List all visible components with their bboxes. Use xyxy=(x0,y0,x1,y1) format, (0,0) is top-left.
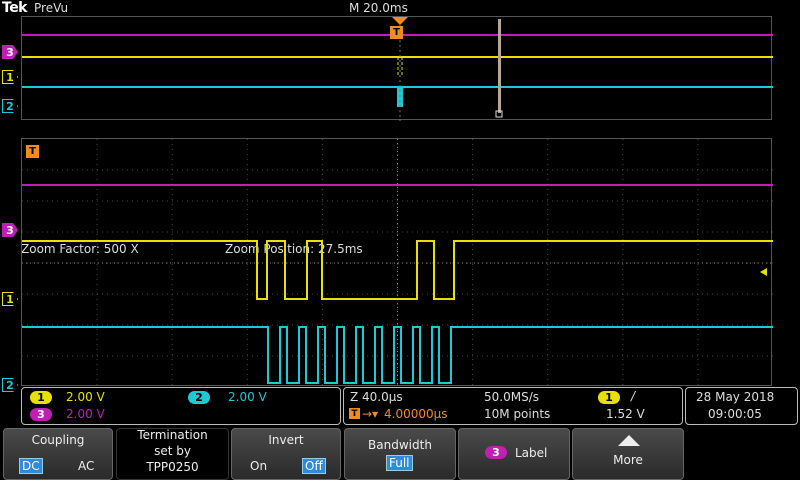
more-softkey[interactable]: More xyxy=(572,428,684,480)
termination-softkey: Termination set by TPP0250 xyxy=(116,428,229,480)
acquisition-mode: PreVu xyxy=(34,1,69,15)
zoom-info-bar: Zoom Factor: 500 X Zoom Position: 27.5ms xyxy=(0,120,800,256)
ch1-scale: 2.00 V xyxy=(66,390,105,404)
coupling-softkey[interactable]: Coupling DC AC xyxy=(3,428,113,480)
zoom-position-marker xyxy=(498,19,501,113)
date: 28 May 2018 xyxy=(696,390,775,404)
overview-ch3-marker[interactable]: 3 xyxy=(2,45,18,59)
more-title: More xyxy=(613,453,643,467)
zoom-ch1-marker[interactable]: 1 xyxy=(2,292,18,306)
zoom-trigger-icon: T xyxy=(26,145,39,158)
status-bar: Tek PreVu M 20.0ms xyxy=(0,0,800,16)
trigger-slope-icon: / xyxy=(631,389,636,403)
trigger-level-arrow-icon[interactable] xyxy=(760,268,767,276)
label-ch3-badge: 3 xyxy=(485,446,507,459)
trigger-source-badge: 1 xyxy=(598,391,620,404)
bandwidth-value: Full xyxy=(386,455,413,471)
termination-line1: Termination xyxy=(137,428,208,442)
zoom-waveform-window[interactable]: T xyxy=(21,138,773,387)
trigger-level: 1.52 V xyxy=(606,407,645,421)
horizontal-trigger-panel[interactable]: Z 40.0µs T →▾ 4.00000µs 50.0MS/s 10M poi… xyxy=(343,387,683,425)
label-softkey[interactable]: 3 Label xyxy=(458,428,570,480)
time: 09:00:05 xyxy=(708,407,762,421)
coupling-ac-option[interactable]: AC xyxy=(78,459,94,473)
invert-on-option[interactable]: On xyxy=(250,459,267,473)
invert-softkey[interactable]: Invert On Off xyxy=(231,428,341,480)
trigger-delay: 4.00000µs xyxy=(384,407,448,421)
bandwidth-title: Bandwidth xyxy=(368,438,432,452)
channel-scale-panel[interactable]: 1 2.00 V 2 2.00 V 3 2.00 V xyxy=(21,387,341,425)
date-time-panel[interactable]: 28 May 2018 09:00:05 xyxy=(685,387,798,425)
overview-ch2-marker[interactable]: 2 xyxy=(2,99,18,113)
zoom-ch3-marker[interactable]: 3 xyxy=(2,223,18,237)
trigger-delay-icon: T xyxy=(349,408,360,419)
ch3-scale: 2.00 V xyxy=(66,407,105,421)
overview-trigger-position-icon xyxy=(392,17,408,25)
zoom-plot xyxy=(22,139,773,387)
overview-waveform-window[interactable]: T xyxy=(21,16,773,121)
coupling-title: Coupling xyxy=(31,433,85,447)
ch2-scale: 2.00 V xyxy=(228,390,267,404)
termination-line3: TPP0250 xyxy=(146,460,199,474)
sample-rate: 50.0MS/s xyxy=(484,390,539,404)
ch3-badge: 3 xyxy=(30,408,52,421)
invert-off-option[interactable]: Off xyxy=(302,458,326,474)
record-length: 10M points xyxy=(484,407,551,421)
ch2-badge: 2 xyxy=(188,391,210,404)
overview-ch1-marker[interactable]: 1 xyxy=(2,70,18,84)
delay-arrow-icon: →▾ xyxy=(362,407,379,421)
label-title: Label xyxy=(515,446,548,460)
zoom-ch2-marker[interactable]: 2 xyxy=(2,378,18,392)
bandwidth-softkey[interactable]: Bandwidth Full xyxy=(344,428,456,480)
invert-title: Invert xyxy=(268,433,304,447)
more-up-arrow-icon xyxy=(618,435,640,446)
coupling-dc-option[interactable]: DC xyxy=(19,458,43,474)
overview-trigger-icon: T xyxy=(390,26,403,39)
zoom-scale: Z 40.0µs xyxy=(350,390,403,404)
ch1-badge: 1 xyxy=(30,391,52,404)
termination-line2: set by xyxy=(154,444,191,458)
brand-logo: Tek xyxy=(2,0,28,16)
main-timebase: M 20.0ms xyxy=(349,1,408,15)
